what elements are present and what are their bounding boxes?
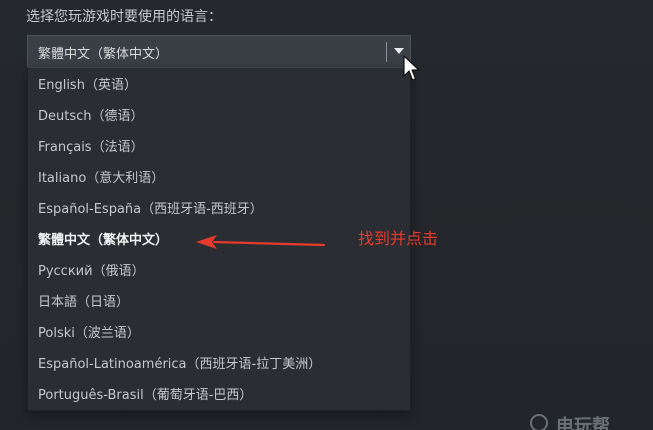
annotation-text: 找到并点击 xyxy=(358,229,439,248)
mouse-pointer-icon xyxy=(403,55,420,81)
language-option-deutsch[interactable]: Deutsch（德语） xyxy=(28,101,410,132)
language-prompt-label: 选择您玩游戏时要使用的语言： xyxy=(26,9,222,25)
language-select-value: 繁體中文（繁体中文） xyxy=(38,47,169,62)
watermark-text: 电玩帮 xyxy=(556,416,610,430)
language-settings-screen: 选择您玩游戏时要使用的语言： 繁體中文（繁体中文） English（英语） De… xyxy=(0,0,653,430)
language-option-espanol-espana[interactable]: Español-España（西班牙语-西班牙） xyxy=(28,194,410,225)
red-arrow-icon xyxy=(196,235,326,249)
language-option-polski[interactable]: Polski（波兰语） xyxy=(28,318,410,349)
language-option-japanese[interactable]: 日本語（日语） xyxy=(28,287,410,318)
language-option-francais[interactable]: Français（法语） xyxy=(28,132,410,163)
language-select[interactable]: 繁體中文（繁体中文） xyxy=(27,35,411,67)
language-option-english[interactable]: English（英语） xyxy=(28,70,410,101)
chevron-down-icon[interactable] xyxy=(394,48,404,54)
language-option-portugues-brasil[interactable]: Português-Brasil（葡萄牙语-巴西） xyxy=(28,380,410,411)
select-divider xyxy=(386,42,387,62)
watermark-logo-icon xyxy=(530,414,548,430)
language-option-italiano[interactable]: Italiano（意大利语） xyxy=(28,163,410,194)
watermark: 电玩帮 xyxy=(530,412,640,430)
language-option-russian[interactable]: Русский（俄语） xyxy=(28,256,410,287)
language-option-espanol-latam[interactable]: Español-Latinoamérica（西班牙语-拉丁美洲） xyxy=(28,349,410,380)
